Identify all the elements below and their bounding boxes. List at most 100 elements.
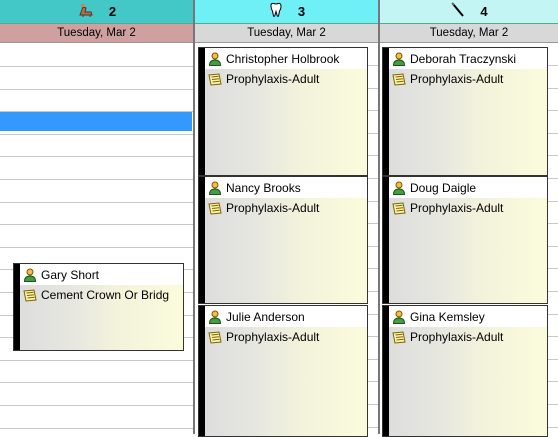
time-slot-line: [367, 155, 378, 156]
procedure-name: Prophylaxis-Adult: [226, 330, 320, 344]
appointment-block[interactable]: Julie Anderson Prophylaxis-Adult: [198, 305, 368, 437]
time-slot-line: [547, 65, 558, 66]
tooth-icon: [268, 2, 284, 21]
appointment-block[interactable]: Nancy Brooks Prophylaxis-Adult: [198, 176, 368, 304]
time-slot-line: [367, 268, 378, 269]
column-date-4: Tuesday, Mar 2: [380, 24, 558, 43]
patient-name: Julie Anderson: [226, 309, 305, 324]
column-header-4[interactable]: 4: [380, 0, 558, 24]
patient-name: Deborah Traczynski: [410, 51, 517, 66]
appointment-patient-row[interactable]: Christopher Holbrook: [205, 48, 367, 70]
procedure-name: Prophylaxis-Adult: [410, 72, 504, 86]
time-slot-line: [0, 134, 193, 135]
appointment-patient-row[interactable]: Nancy Brooks: [205, 177, 367, 199]
time-slot-line: [547, 291, 558, 292]
time-slot-line: [547, 178, 558, 179]
patient-name: Gary Short: [41, 267, 100, 282]
time-slot-line: [0, 111, 193, 112]
selected-time-slot[interactable]: [0, 111, 192, 131]
time-slot-line: [367, 427, 378, 428]
column-number: 4: [480, 4, 488, 19]
appointment-procedure-area[interactable]: Prophylaxis-Adult: [389, 69, 547, 175]
procedure-note-icon: [208, 201, 222, 215]
time-slot-line: [547, 314, 558, 315]
procedure-note-icon: [23, 288, 37, 302]
patient-icon: [23, 268, 37, 282]
time-slot-line: [367, 336, 378, 337]
probe-icon: [450, 2, 466, 21]
procedure-name: Prophylaxis-Adult: [410, 201, 504, 215]
appointment-procedure-area[interactable]: Prophylaxis-Adult: [389, 198, 547, 303]
time-slot-line: [367, 381, 378, 382]
time-slot-line: [547, 381, 558, 382]
time-slot-line: [0, 224, 193, 225]
time-slot-line: [367, 65, 378, 66]
column-header-3[interactable]: 3: [195, 0, 378, 24]
time-slot-line: [367, 314, 378, 315]
patient-name: Christopher Holbrook: [226, 51, 340, 66]
time-slot-line: [547, 201, 558, 202]
column-divider[interactable]: [378, 0, 380, 434]
appointment-patient-row[interactable]: Gina Kemsley: [389, 306, 547, 328]
time-slot-line: [367, 291, 378, 292]
appointment-block[interactable]: Gina Kemsley Prophylaxis-Adult: [382, 305, 548, 437]
time-slot-line: [0, 179, 193, 180]
time-slot-line: [367, 223, 378, 224]
patient-name: Gina Kemsley: [410, 309, 485, 324]
appointment-procedure-area[interactable]: Prophylaxis-Adult: [205, 327, 367, 436]
appointment-block[interactable]: Doug Daigle Prophylaxis-Adult: [382, 176, 548, 304]
time-slot-line: [547, 223, 558, 224]
appointment-procedure-area[interactable]: Prophylaxis-Adult: [205, 198, 367, 303]
time-slot-line: [547, 110, 558, 111]
procedure-note-icon: [392, 201, 406, 215]
column-number: 3: [297, 4, 306, 19]
time-slot-line: [367, 359, 378, 360]
patient-name: Doug Daigle: [410, 180, 477, 195]
time-slot-line: [367, 133, 378, 134]
time-slot-line: [0, 247, 193, 248]
time-slot-line: [367, 110, 378, 111]
appointment-procedure-area[interactable]: Cement Crown Or Bridg: [20, 285, 183, 350]
appointment-patient-row[interactable]: Deborah Traczynski: [389, 48, 547, 70]
time-slot-line: [0, 202, 193, 203]
column-gutter: [547, 43, 558, 434]
appointment-patient-row[interactable]: Julie Anderson: [205, 306, 367, 328]
patient-icon: [208, 52, 222, 66]
time-slot-line: [0, 360, 193, 361]
column-date-3: Tuesday, Mar 2: [195, 24, 378, 43]
column-gutter: [367, 43, 378, 434]
appointment-block[interactable]: Christopher Holbrook Prophylaxis-Adult: [198, 47, 368, 176]
time-slot-line: [0, 428, 193, 429]
time-slot-line: [367, 201, 378, 202]
appointment-patient-row[interactable]: Gary Short: [20, 264, 183, 286]
operatory-column-2[interactable]: 2 Tuesday, Mar 2: [0, 0, 193, 434]
appointment-procedure-area[interactable]: Prophylaxis-Adult: [389, 327, 547, 436]
time-slot-line: [0, 66, 193, 67]
time-slot-line: [0, 156, 193, 157]
column-header-2[interactable]: 2: [0, 0, 193, 24]
procedure-name: Prophylaxis-Adult: [226, 72, 320, 86]
appointment-block[interactable]: Deborah Traczynski Prophylaxis-Adult: [382, 47, 548, 176]
appointment-block[interactable]: Gary Short Cement Crown Or Bridg: [13, 263, 184, 351]
appointment-procedure-area[interactable]: Prophylaxis-Adult: [205, 69, 367, 175]
procedure-name: Prophylaxis-Adult: [410, 330, 504, 344]
time-slot-line: [547, 155, 558, 156]
time-slot-line: [547, 404, 558, 405]
patient-name: Nancy Brooks: [226, 180, 301, 195]
time-slot-line: [0, 89, 193, 90]
column-divider[interactable]: [193, 0, 195, 434]
time-slot-line: [0, 382, 193, 383]
time-slot-line: [547, 88, 558, 89]
procedure-note-icon: [392, 330, 406, 344]
time-slot-line: [367, 178, 378, 179]
appointment-patient-row[interactable]: Doug Daigle: [389, 177, 547, 199]
time-slot-line: [547, 359, 558, 360]
time-slot-line: [367, 88, 378, 89]
time-slot-line: [547, 133, 558, 134]
time-slot-line: [547, 246, 558, 247]
patient-icon: [392, 310, 406, 324]
time-slot-line: [547, 336, 558, 337]
patient-icon: [392, 52, 406, 66]
procedure-name: Cement Crown Or Bridg: [41, 288, 170, 302]
time-slot-line: [0, 405, 193, 406]
